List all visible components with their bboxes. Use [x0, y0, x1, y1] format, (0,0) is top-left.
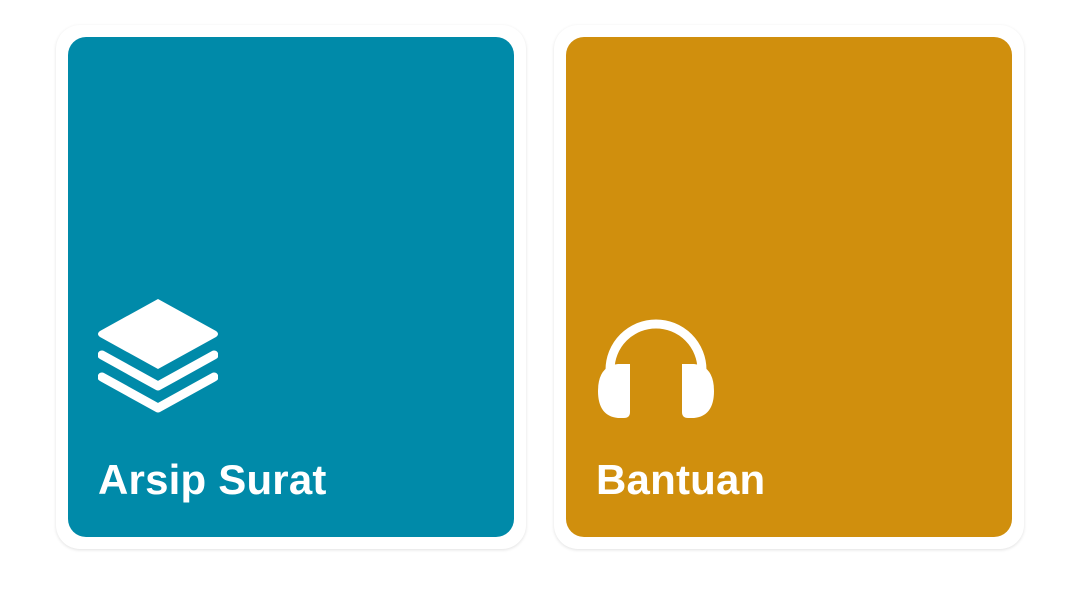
tile-frame-arsip-surat: Arsip Surat: [56, 25, 526, 549]
layers-icon: [98, 299, 218, 413]
bantuan-label: Bantuan: [596, 456, 766, 503]
headphones-icon: [598, 319, 714, 418]
arsip-surat-tile[interactable]: Arsip Surat: [68, 37, 514, 537]
menu-grid: Arsip Surat Bantuan: [0, 0, 1080, 597]
bantuan-tile[interactable]: Bantuan: [566, 37, 1012, 537]
arsip-surat-label: Arsip Surat: [98, 456, 327, 503]
tile-frame-bantuan: Bantuan: [554, 25, 1024, 549]
